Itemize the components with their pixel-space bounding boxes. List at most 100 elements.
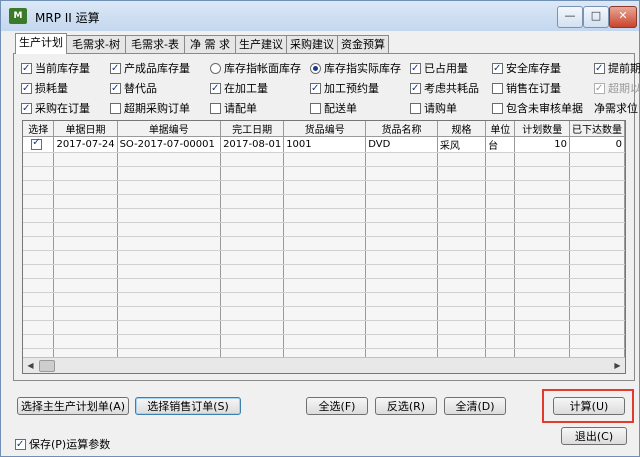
table-row-empty[interactable]: [23, 320, 625, 335]
opt-delivery[interactable]: 配送单: [310, 101, 357, 116]
tab-budget[interactable]: 资金预算: [337, 35, 389, 53]
checkbox[interactable]: [492, 83, 503, 94]
opt-occupied[interactable]: 已占用量: [410, 61, 468, 76]
radio[interactable]: [310, 63, 321, 74]
table-row-empty[interactable]: [23, 222, 625, 237]
opt-include-unapproved[interactable]: 包含未审核单据: [492, 101, 583, 116]
exit-button[interactable]: 退出(C): [561, 427, 627, 445]
table-row-empty[interactable]: [23, 306, 625, 321]
tab-gross-demand-table[interactable]: 毛需求-表: [125, 35, 185, 53]
checkbox[interactable]: [492, 61, 503, 76]
opt-sales-on-order[interactable]: 销售在订量: [492, 81, 561, 96]
checkbox[interactable]: [410, 61, 421, 76]
scroll-right-icon[interactable]: ▶: [610, 358, 625, 373]
scroll-left-icon[interactable]: ◀: [23, 358, 38, 373]
table-cell-empty: [23, 250, 55, 265]
table-row-empty[interactable]: [23, 208, 625, 223]
select-sales-order-button[interactable]: 选择销售订单(S): [135, 397, 241, 415]
col-doc-no[interactable]: 单据编号: [117, 121, 222, 137]
checkbox[interactable]: [15, 437, 26, 452]
select-master-plan-button[interactable]: 选择主生产计划单(A): [17, 397, 129, 415]
checkbox[interactable]: [21, 101, 32, 116]
checkbox[interactable]: [21, 81, 32, 96]
table-row-empty[interactable]: [23, 334, 625, 349]
table-cell-empty: [485, 152, 516, 167]
horizontal-scrollbar[interactable]: ◀ ▶: [23, 357, 625, 373]
opt-purchase-request[interactable]: 请购单: [410, 101, 457, 116]
title-bar[interactable]: M MRP II 运算 — □ ✕: [1, 1, 639, 31]
tab-purchase-suggestion[interactable]: 采购建议: [286, 35, 338, 53]
checkbox[interactable]: [492, 103, 503, 114]
row-select-cell[interactable]: [23, 136, 55, 153]
close-button[interactable]: ✕: [609, 6, 637, 28]
table-cell-empty: [569, 306, 625, 321]
opt-wip[interactable]: 在加工量: [210, 81, 268, 96]
select-all-button[interactable]: 全选(F): [306, 397, 368, 415]
checkbox[interactable]: [110, 61, 121, 76]
scroll-thumb[interactable]: [39, 360, 55, 372]
invert-selection-button[interactable]: 反选(R): [375, 397, 437, 415]
table-cell-empty: [569, 236, 625, 251]
col-unit[interactable]: 单位: [485, 121, 516, 137]
radio[interactable]: [210, 63, 221, 74]
table-row-empty[interactable]: [23, 264, 625, 279]
checkbox[interactable]: [110, 81, 121, 96]
cell-unit: 台: [485, 136, 516, 153]
col-item-name[interactable]: 货品名称: [365, 121, 438, 137]
col-issued-qty[interactable]: 已下达数量: [569, 121, 625, 137]
checkbox[interactable]: [594, 61, 605, 76]
row-checkbox[interactable]: [31, 137, 43, 150]
table-cell-empty: [23, 180, 55, 195]
opt-save-params[interactable]: 保存(P)运算参数: [15, 437, 110, 452]
opt-common-consumable[interactable]: 考虑共耗品: [410, 81, 479, 96]
tab-production-plan[interactable]: 生产计划: [15, 33, 67, 54]
col-finish-date[interactable]: 完工日期: [220, 121, 285, 137]
table-row-empty[interactable]: [23, 292, 625, 307]
opt-substitute[interactable]: 替代品: [110, 81, 157, 96]
checkbox[interactable]: [210, 103, 221, 114]
checkbox[interactable]: [110, 103, 121, 114]
opt-current-stock[interactable]: 当前库存量: [21, 61, 90, 76]
col-doc-date[interactable]: 单据日期: [53, 121, 118, 137]
checkbox[interactable]: [210, 81, 221, 96]
radio-stock-book[interactable]: 库存指帐面库存: [210, 61, 301, 76]
tab-production-suggestion[interactable]: 生产建议: [235, 35, 287, 53]
table-cell-empty: [365, 306, 438, 321]
table-cell-empty: [569, 264, 625, 279]
table-row-empty[interactable]: [23, 166, 625, 181]
radio-stock-actual[interactable]: 库存指实际库存: [310, 61, 401, 76]
checkbox[interactable]: [310, 81, 321, 96]
table-row[interactable]: 2017-07-24 SO-2017-07-00001 2017-08-01 1…: [23, 136, 625, 153]
table-row-empty[interactable]: [23, 250, 625, 265]
opt-requisition[interactable]: 请配单: [210, 101, 257, 116]
opt-processing-reserve[interactable]: 加工预约量: [310, 81, 379, 96]
table-row-empty[interactable]: [23, 180, 625, 195]
col-spec[interactable]: 规格: [437, 121, 487, 137]
table-cell-empty: [514, 208, 570, 223]
table-cell-empty: [485, 166, 516, 181]
checkbox[interactable]: [410, 81, 421, 96]
col-select[interactable]: 选择: [23, 121, 55, 137]
checkbox[interactable]: [410, 103, 421, 114]
opt-overdue-purchase[interactable]: 超期采购订单: [110, 101, 190, 116]
col-plan-qty[interactable]: 计划数量: [514, 121, 570, 137]
table-row-empty[interactable]: [23, 152, 625, 167]
table-cell-empty: [283, 278, 367, 293]
table-row-empty[interactable]: [23, 278, 625, 293]
table-row-empty[interactable]: [23, 236, 625, 251]
opt-purchase-on-order[interactable]: 采购在订量: [21, 101, 90, 116]
opt-product-stock[interactable]: 产成品库存量: [110, 61, 190, 76]
col-item-no[interactable]: 货品编号: [283, 121, 367, 137]
minimize-button[interactable]: —: [557, 6, 583, 28]
table-row-empty[interactable]: [23, 194, 625, 209]
opt-lead-time[interactable]: 提前期: [594, 61, 640, 76]
plan-grid[interactable]: 选择 单据日期 单据编号 完工日期 货品编号 货品名称 规格 单位 计划数量 已…: [22, 120, 626, 374]
opt-safety-stock[interactable]: 安全库存量: [492, 61, 561, 76]
opt-loss[interactable]: 损耗量: [21, 81, 68, 96]
tab-net-demand[interactable]: 净 需 求: [184, 35, 236, 53]
tab-gross-demand-tree[interactable]: 毛需求-树: [66, 35, 126, 53]
checkbox[interactable]: [310, 103, 321, 114]
clear-all-button[interactable]: 全清(D): [444, 397, 506, 415]
maximize-button[interactable]: □: [583, 6, 609, 28]
checkbox[interactable]: [21, 61, 32, 76]
